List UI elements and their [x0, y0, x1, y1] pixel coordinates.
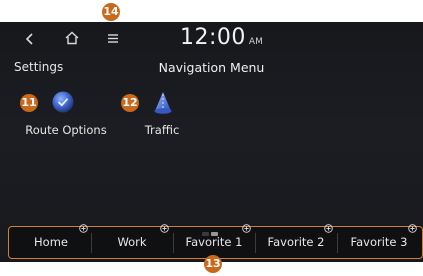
favorite-label: Favorite 3 [350, 235, 408, 249]
clock-time: 12:00 [180, 25, 246, 50]
clock-ampm: AM [248, 37, 263, 47]
favorite-label: Work [117, 235, 147, 249]
favorite-1[interactable]: Favorite 1 [174, 224, 254, 257]
manual-figure: 12:00 AM Navigation Menu Settings Route O… [0, 0, 423, 276]
home-button[interactable] [64, 30, 80, 46]
menu-item-label: Traffic [144, 123, 180, 137]
status-bar: 12:00 AM [0, 22, 423, 55]
back-button[interactable] [24, 31, 36, 47]
callout-badge-menu: 14 [102, 3, 120, 21]
favorite-label: Favorite 1 [185, 235, 243, 249]
callout-badge-traffic: 12 [121, 94, 139, 112]
favorite-2[interactable]: Favorite 2 [256, 224, 336, 257]
settings-button[interactable]: Settings [14, 60, 63, 74]
favorite-work[interactable]: Work [92, 224, 172, 257]
callout-badge-route-options: 11 [20, 94, 38, 112]
traffic-icon [154, 92, 172, 114]
head-unit-screen: 12:00 AM Navigation Menu Settings Route O… [0, 22, 423, 262]
favorite-home[interactable]: Home [11, 224, 91, 257]
menu-item-label: Route Options [25, 123, 107, 137]
callout-badge-favorites: 13 [204, 255, 222, 273]
chevron-left-icon [25, 33, 33, 45]
clock: 12:00 AM [180, 25, 263, 50]
add-favorite-icon [242, 224, 251, 233]
favorite-label: Home [34, 235, 68, 249]
add-favorite-icon [79, 224, 88, 233]
favorites-bar: Home Work Favorite 1 Favorite 2 Favorite… [8, 224, 423, 259]
add-favorite-icon [324, 224, 333, 233]
add-favorite-icon [160, 224, 169, 233]
route-options-icon [52, 91, 74, 113]
home-icon [65, 31, 79, 45]
favorite-3[interactable]: Favorite 3 [338, 224, 420, 257]
menu-button[interactable] [106, 31, 120, 45]
add-favorite-icon [408, 224, 417, 233]
hamburger-menu-icon [108, 34, 118, 43]
page-title: Navigation Menu [158, 60, 265, 75]
favorite-label: Favorite 2 [267, 235, 325, 249]
